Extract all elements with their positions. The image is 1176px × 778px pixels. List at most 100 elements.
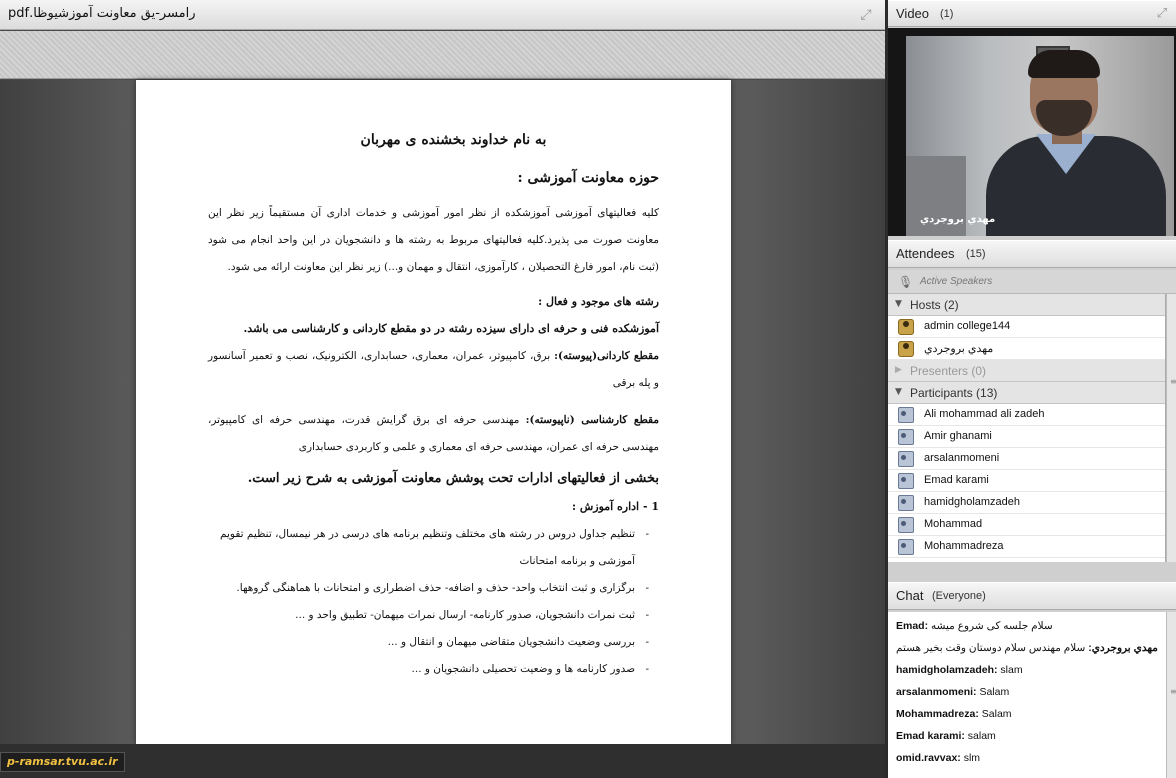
scroll-grip-icon: ≡: [1170, 687, 1176, 696]
participant-avatar-icon: [898, 495, 914, 511]
attendee-row-participant[interactable]: Mohammadreza: [888, 536, 1165, 558]
chat-pod-header: Chat (Everyone): [888, 582, 1176, 610]
fields-intro: آموزشکده فنی و حرفه ای دارای سیزده رشته …: [243, 322, 659, 335]
attendee-row-participant[interactable]: Emad karami: [888, 470, 1165, 492]
activities-heading: بخشی از فعالیتهای ادارات تحت پوشش معاونت…: [247, 471, 659, 486]
attendee-name: arsalanmomeni: [924, 452, 1000, 464]
chat-sender: Emad karami:: [896, 730, 965, 742]
chat-sender: مهدي بروجردي:: [1088, 642, 1158, 654]
host-avatar-icon: [898, 341, 914, 357]
fields-heading: رشته های موجود و فعال :: [538, 295, 659, 308]
attendee-list: ▼ Hosts (2) admin college144 مهدي بروجرد…: [888, 294, 1166, 562]
chat-message: omid.ravvax: slm: [896, 752, 1164, 764]
bullet-list: تنظیم جداول دروس در رشته های مختلف وتنظی…: [208, 521, 659, 683]
attendee-row-participant[interactable]: arsalanmomeni: [888, 448, 1165, 470]
attendee-name: admin college144: [924, 320, 1011, 332]
chat-sender: Emad:: [896, 620, 929, 632]
participant-avatar-icon: [898, 517, 914, 533]
presenters-group[interactable]: ▶ Presenters (0): [888, 360, 1165, 382]
video-person-beard: [1036, 100, 1092, 136]
video-pod-title: Video: [896, 6, 930, 21]
attendee-row-host[interactable]: admin college144: [888, 316, 1165, 338]
expand-icon[interactable]: ⤢: [857, 6, 875, 24]
attendee-name: Ali mohammad ali zadeh: [924, 408, 1045, 420]
participants-group[interactable]: ▼ Participants (13): [888, 382, 1165, 404]
chat-message: Emad: سلام جلسه کی شروع میشه: [896, 620, 1164, 632]
chat-message: hamidgholamzadeh: slam: [896, 664, 1164, 676]
hosts-group[interactable]: ▼ Hosts (2): [888, 294, 1165, 316]
document-viewport[interactable]: به نام خداوند بخشنده ی مهربان حوزه معاون…: [0, 80, 885, 744]
attendee-name: Emad karami: [924, 474, 989, 486]
attendee-name: Mohammad: [924, 518, 983, 530]
chat-sender: hamidgholamzadeh:: [896, 664, 998, 676]
attendee-scrollbar[interactable]: ≡: [1166, 294, 1176, 562]
chat-text: Salam: [976, 686, 1010, 698]
attendee-row-participant[interactable]: Mohammad: [888, 514, 1165, 536]
attendee-name: hamidgholamzadeh: [924, 496, 1021, 508]
associate-paragraph: مقطع کاردانی(پیوسته): برق، کامپیوتر، عمر…: [208, 343, 659, 397]
chevron-down-icon: ▼: [895, 387, 902, 397]
participant-avatar-icon: [898, 473, 914, 489]
video-pod-header: Video (1) ⤢: [888, 0, 1176, 27]
video-count: (1): [940, 8, 954, 20]
active-speakers-label: Active Speakers: [920, 276, 993, 287]
intro-paragraph: کلیه فعالیتهای آموزشی آموزشکده از نظر ام…: [208, 207, 659, 273]
document-filename: رامسر-یق معاونت آموزشیوظا.pdf: [8, 6, 196, 21]
presenters-group-label: Presenters (0): [910, 364, 987, 378]
chat-text: slm: [960, 752, 981, 764]
document-footer: p-ramsar.tvu.ac.ir: [0, 744, 885, 778]
chat-messages: Emad: سلام جلسه کی شروع میشه مهدي بروجرد…: [888, 612, 1166, 778]
participant-avatar-icon: [898, 407, 914, 423]
scroll-grip-icon: ≡: [1170, 377, 1176, 386]
list-item: بررسی وضعیت دانشجویان متقاضی میهمان و ان…: [208, 629, 649, 656]
chevron-down-icon: ▼: [895, 299, 902, 309]
attendee-row-participant[interactable]: Ali mohammad ali zadeh: [888, 404, 1165, 426]
pdf-page: به نام خداوند بخشنده ی مهربان حوزه معاون…: [136, 80, 731, 744]
chat-sender: arsalanmomeni:: [896, 686, 977, 698]
chat-message: arsalanmomeni: Salam: [896, 686, 1164, 698]
document-header: رامسر-یق معاونت آموزشیوظا.pdf ⤢: [0, 0, 885, 30]
associate-label: مقطع کاردانی(پیوسته):: [554, 350, 659, 362]
chat-text: slam: [997, 664, 1023, 676]
video-area: مهدي بروجردي: [888, 28, 1176, 236]
participant-avatar-icon: [898, 539, 914, 555]
chat-sender: Mohammadreza:: [896, 708, 979, 720]
attendee-row-participant[interactable]: hamidgholamzadeh: [888, 492, 1165, 514]
attendees-pod-header: Attendees (15): [888, 240, 1176, 268]
right-column: Video (1) ⤢ مهدي بروجردي Attendees (15) …: [888, 0, 1176, 778]
hosts-group-label: Hosts (2): [910, 298, 959, 312]
site-logo: p-ramsar.tvu.ac.ir: [0, 752, 125, 772]
participants-group-label: Participants (13): [910, 386, 998, 400]
host-avatar-icon: [898, 319, 914, 335]
office-heading: 1 - اداره آموزش :: [571, 500, 659, 513]
expand-icon[interactable]: ⤢: [1154, 6, 1170, 22]
attendee-name: مهدي بروجردي: [924, 343, 994, 355]
chat-message: مهدي بروجردي: سلام مهندس سلام دوستان وقت…: [896, 642, 1164, 654]
section-heading: حوزه معاونت آموزشی :: [517, 170, 659, 186]
list-item: ثبت نمرات دانشجویان، صدور کارنامه- ارسال…: [208, 602, 649, 629]
participant-avatar-icon: [898, 451, 914, 467]
list-item: تنظیم جداول دروس در رشته های مختلف وتنظی…: [208, 521, 649, 575]
chat-sender: omid.ravvax:: [896, 752, 961, 764]
microphone-icon: 🎙: [898, 275, 914, 289]
chevron-right-icon: ▶: [895, 365, 902, 375]
bachelor-paragraph: مقطع کارشناسی (ناپیوسته): مهندسی حرفه ای…: [208, 407, 659, 461]
participant-avatar-icon: [898, 429, 914, 445]
chat-message: Mohammadreza: Salam: [896, 708, 1164, 720]
chat-pod-title: Chat: [896, 588, 924, 603]
chat-text: سلام جلسه کی شروع میشه: [928, 620, 1053, 632]
list-item: برگزاری و ثبت انتخاب واحد- حذف و اضافه- …: [208, 575, 649, 602]
attendees-pod-title: Attendees: [896, 246, 955, 261]
list-item: صدور کارنامه ها و وضعیت تحصیلی دانشجویان…: [208, 656, 649, 683]
video-presenter-name: مهدي بروجردي: [920, 214, 996, 225]
attendees-count: (15): [966, 248, 986, 260]
chat-scrollbar[interactable]: ≡: [1166, 612, 1176, 778]
webcam-video[interactable]: مهدي بروجردي: [906, 36, 1174, 236]
document-toolbar-area: [0, 31, 885, 79]
chat-scope: (Everyone): [932, 590, 986, 602]
attendee-row-host[interactable]: مهدي بروجردي: [888, 338, 1165, 360]
chat-text: Salam: [978, 708, 1012, 720]
basmala-heading: به نام خداوند بخشنده ی مهربان: [360, 132, 547, 148]
chat-text: salam: [964, 730, 996, 742]
attendee-row-participant[interactable]: Amir ghanami: [888, 426, 1165, 448]
